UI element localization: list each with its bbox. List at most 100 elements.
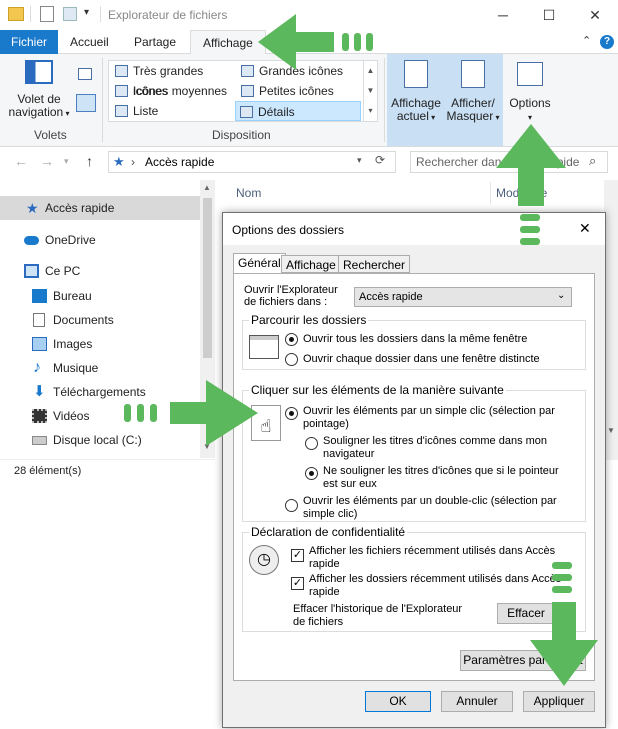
dialog-close-icon[interactable]: ✕ [579,220,591,237]
separator [384,58,385,142]
checkbox-recent-files[interactable]: ✓ [291,549,304,562]
open-in-value: Accès rapide [359,291,423,303]
properties-icon[interactable] [40,6,54,22]
annotation-arrow-right-icon [124,380,258,446]
recent-files-label-2[interactable]: rapide [309,558,340,571]
column-divider [490,182,491,204]
separator [30,6,31,22]
layout-extra-large-icons[interactable]: Très grandes icônes [111,61,235,98]
tab-view[interactable]: Affichage [281,255,341,273]
clear-history-label-1: Effacer l'historique de l'Explorateur [293,603,463,615]
privacy-legend: Déclaration de confidentialité [249,525,408,539]
tab-partage[interactable]: Partage [122,30,188,54]
radio-underline-hover[interactable] [305,467,318,480]
nav-item-music[interactable]: ♪ Musique [0,356,200,380]
folder-icon [8,7,24,21]
refresh-icon[interactable]: ⟳ [375,153,385,167]
address-bar[interactable]: ★ › Accès rapide ▾ ⟳ [108,151,396,173]
show-hide-icon [461,60,485,88]
same-window-label[interactable]: Ouvrir tous les dossiers dans la même fe… [303,333,527,346]
navigation-pane-label-2: navigation [8,105,64,119]
options-icon [517,62,543,86]
current-view-button[interactable]: Affichage actuel ▾ [390,58,442,128]
medium-icons-icon [115,85,128,97]
pictures-icon [32,337,47,351]
gallery-scroll[interactable]: ▲ ▼ ▾ [363,61,377,121]
radio-underline-all[interactable] [305,437,318,450]
radio-same-window[interactable] [285,333,298,346]
nav-item-quick-access[interactable]: ★ Accès rapide [0,196,200,220]
tab-general[interactable]: Général [233,253,286,274]
tab-search[interactable]: Rechercher [338,255,411,273]
recent-locations-icon[interactable]: ▾ [64,156,69,167]
quick-access-star-icon: ★ [113,154,125,169]
underline-all-label-1[interactable]: Souligner les titres d'icônes comme dans… [323,435,547,448]
breadcrumb-chevron-icon[interactable]: › [131,155,135,169]
file-list-scrollbar[interactable]: ▼ [604,180,618,460]
layout-small-icons[interactable]: Petites icônes [237,81,361,101]
back-arrow-icon[interactable]: ← [14,153,28,169]
close-button[interactable]: ✕ [572,0,618,30]
window-title: Explorateur de fichiers [108,8,228,22]
navigation-pane-button[interactable]: Volet de navigation ▾ [6,60,72,124]
radio-single-click[interactable] [285,407,298,420]
cloud-icon [24,236,39,245]
music-icon: ♪ [33,359,41,376]
nav-item-pictures[interactable]: Images [0,332,200,356]
underline-hover-label-2[interactable]: est sur eux [323,478,377,491]
tab-fichier[interactable]: Fichier [0,30,59,54]
single-click-label-2[interactable]: pointage) [303,418,349,431]
checkbox-recent-folders[interactable]: ✓ [291,577,304,590]
nav-item-desktop[interactable]: Bureau [0,284,200,308]
cancel-button[interactable]: Annuler [441,691,513,712]
apply-button[interactable]: Appliquer [523,691,595,712]
browse-folders-group: Parcourir les dossiers Ouvrir tous les d… [242,313,586,370]
recent-folders-label-1[interactable]: Afficher les dossiers récemment utilisés… [309,573,561,586]
help-icon[interactable]: ? [600,35,614,49]
up-arrow-icon[interactable]: ↑ [86,153,93,169]
tab-accueil[interactable]: Accueil [58,30,121,54]
single-click-label-1[interactable]: Ouvrir les éléments par un simple clic (… [303,405,555,418]
clear-history-label-2: de fichiers [293,616,344,628]
browse-folders-legend: Parcourir les dossiers [249,313,369,327]
column-header-name[interactable]: Nom [236,186,261,200]
file-scroll-down-arrow[interactable]: ▼ [607,426,615,435]
show-hide-button[interactable]: Afficher/Masquer ▾ [446,58,500,128]
radio-separate-window[interactable] [285,353,298,366]
nav-item-documents[interactable]: Documents [0,308,200,332]
layout-medium-icons[interactable]: Icônes moyennes [111,81,235,101]
group-label-disposition: Disposition [212,128,271,142]
preview-pane-icon[interactable] [78,68,92,80]
maximize-button[interactable]: ☐ [526,0,572,30]
layout-details[interactable]: Détails [235,101,361,121]
current-view-icon [404,60,428,88]
underline-all-label-2[interactable]: navigateur [323,448,374,461]
nav-item-onedrive[interactable]: OneDrive [0,228,200,252]
minimize-button[interactable]: ─ [480,0,526,30]
open-in-select[interactable]: Accès rapide ⌄ [354,287,572,307]
scroll-thumb[interactable] [203,198,212,358]
underline-hover-label-1[interactable]: Ne souligner les titres d'icônes que si … [323,465,559,478]
separate-window-label[interactable]: Ouvrir chaque dossier dans une fenêtre d… [303,353,540,366]
recent-files-label-1[interactable]: Afficher les fichiers récemment utilisés… [309,545,555,558]
annotation-arrow-up-icon [496,124,566,245]
double-click-label-2[interactable]: simple clic) [303,508,357,521]
options-button[interactable]: Options ▾ [505,58,555,128]
radio-double-click[interactable] [285,499,298,512]
details-pane-icon[interactable] [76,94,96,112]
address-dropdown-icon[interactable]: ▾ [357,155,362,166]
double-click-label-1[interactable]: Ouvrir les éléments par un double-clic (… [303,495,557,508]
ok-button[interactable]: OK [365,691,431,712]
layout-list[interactable]: Liste [111,101,235,121]
new-folder-icon[interactable] [63,7,77,21]
forward-arrow-icon[interactable]: → [40,153,54,169]
breadcrumb-path[interactable]: Accès rapide [145,155,214,169]
scroll-up-arrow[interactable]: ▲ [203,183,211,192]
click-items-group: Cliquer sur les éléments de la manière s… [242,383,586,522]
nav-item-this-pc[interactable]: Ce PC [0,259,200,283]
collapse-ribbon-icon[interactable]: ⌃ [582,34,591,47]
search-icon[interactable]: ⌕ [589,153,596,169]
customize-qat-icon[interactable]: ▾ [84,7,89,18]
tab-affichage[interactable]: Affichage [190,30,266,55]
recent-folders-label-2[interactable]: rapide [309,586,340,599]
